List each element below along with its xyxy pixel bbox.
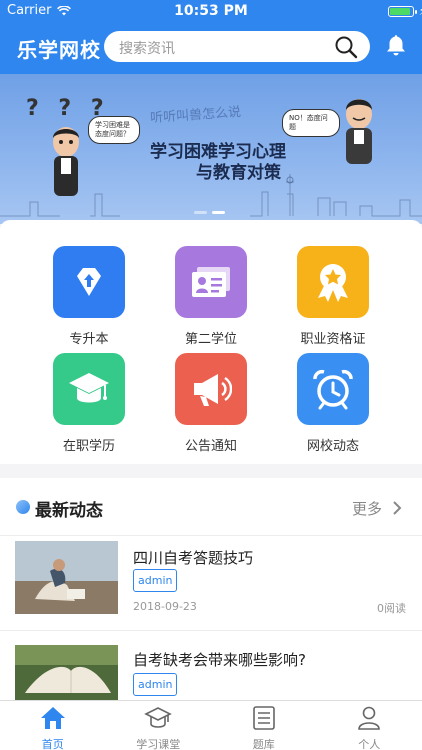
grid-item-second-degree[interactable]: 第二学位 [151, 246, 271, 347]
tab-label: 首页 [41, 738, 64, 750]
carousel-dot-active[interactable] [212, 211, 225, 214]
charging-bolt-icon: ⚡ [419, 4, 422, 18]
status-time: 10:53 PM [174, 3, 248, 19]
grid-item-in-service-degree[interactable]: 在职学历 [29, 353, 149, 454]
news-header: 最新动态 更多 [0, 478, 422, 536]
author-tag: admin [133, 673, 178, 696]
home-icon [40, 707, 65, 729]
app-screen: Carrier 10:53 PM ⚡ 乐学网校 搜索资讯 [0, 0, 422, 750]
speech-bubble-right: NO！态度问题 [282, 109, 340, 137]
status-bar: Carrier 10:53 PM ⚡ [0, 0, 422, 22]
tab-label: 学习课堂 [136, 738, 181, 750]
app-brand: 乐学网校 [17, 38, 101, 62]
article-title: 自考缺考会带来哪些影响? [133, 651, 306, 669]
promo-banner[interactable]: ? ? ? 学习困难是态度问题？ NO！态度问题 听听叫兽怎么说 学习困难学习心… [0, 74, 422, 224]
article-read-count: 0阅读 [377, 602, 406, 615]
megaphone-icon [175, 353, 247, 425]
search-bar[interactable]: 搜索资讯 [104, 31, 370, 62]
banner-title-line1: 学习困难学习心理 [150, 142, 286, 162]
person-left-illustration [53, 127, 79, 196]
question-bank-icon [252, 706, 275, 730]
user-icon [358, 706, 381, 730]
tab-profile[interactable]: 个人 [317, 701, 422, 750]
author-tag: admin [133, 569, 178, 592]
news-section-icon [16, 500, 30, 514]
grid-item-school-news[interactable]: 网校动态 [273, 353, 393, 454]
award-badge-icon [297, 246, 369, 318]
mortarboard-icon [144, 707, 173, 728]
grid-item-announcements[interactable]: 公告通知 [151, 353, 271, 454]
app-header: Carrier 10:53 PM ⚡ 乐学网校 搜索资讯 [0, 0, 422, 74]
tab-classroom[interactable]: 学习课堂 [106, 701, 212, 750]
battery-level [390, 8, 410, 15]
tab-label: 个人 [358, 738, 381, 750]
news-section: 最新动态 更多 四川自考答题技巧 admin 2018-09-23 0阅读 自考… [0, 478, 422, 701]
alarm-clock-icon [297, 353, 369, 425]
article-item[interactable]: 自考缺考会带来哪些影响? admin [0, 631, 422, 701]
news-title: 最新动态 [35, 501, 103, 521]
article-item[interactable]: 四川自考答题技巧 admin 2018-09-23 0阅读 [0, 536, 422, 630]
person-right-illustration [346, 99, 372, 164]
banner-title-line2: 与教育对策 [196, 163, 281, 183]
search-input[interactable]: 搜索资讯 [119, 38, 175, 58]
carousel-indicator [194, 211, 225, 214]
speech-bubble-left: 学习困难是态度问题？ [88, 116, 140, 144]
graduation-cap-icon [53, 353, 125, 425]
article-thumbnail [15, 541, 118, 614]
chevron-right-icon[interactable] [392, 500, 402, 516]
grid-label: 专升本 [69, 332, 109, 347]
search-icon[interactable] [334, 35, 358, 59]
id-card-icon [175, 246, 247, 318]
more-link[interactable]: 更多 [352, 498, 382, 519]
grid-label: 公告通知 [184, 439, 237, 454]
upgrade-diamond-icon [53, 246, 125, 318]
grid-label: 在职学历 [62, 439, 115, 454]
grid-item-professional-cert[interactable]: 职业资格证 [273, 246, 393, 347]
battery-icon: ⚡ [388, 4, 422, 18]
grid-label: 网校动态 [306, 439, 359, 454]
article-thumbnail [15, 645, 118, 701]
tab-label: 题库 [252, 738, 275, 750]
tab-home[interactable]: 首页 [0, 701, 106, 750]
bottom-tab-bar: 首页 学习课堂 题库 个人 [0, 700, 422, 750]
tab-question-bank[interactable]: 题库 [211, 701, 317, 750]
banner-title: 学习困难学习心理 与教育对策 [150, 142, 286, 184]
bell-icon[interactable] [386, 34, 406, 56]
category-grid: 专升本 第二学位 职业资格证 在职学历 公告通知 网校动态 [0, 220, 422, 464]
grid-label: 职业资格证 [300, 332, 366, 347]
grid-item-upgrade[interactable]: 专升本 [29, 246, 149, 347]
article-title: 四川自考答题技巧 [133, 549, 254, 567]
grid-label: 第二学位 [184, 332, 237, 347]
article-date: 2018-09-23 [133, 600, 197, 613]
carousel-dot[interactable] [194, 211, 207, 214]
